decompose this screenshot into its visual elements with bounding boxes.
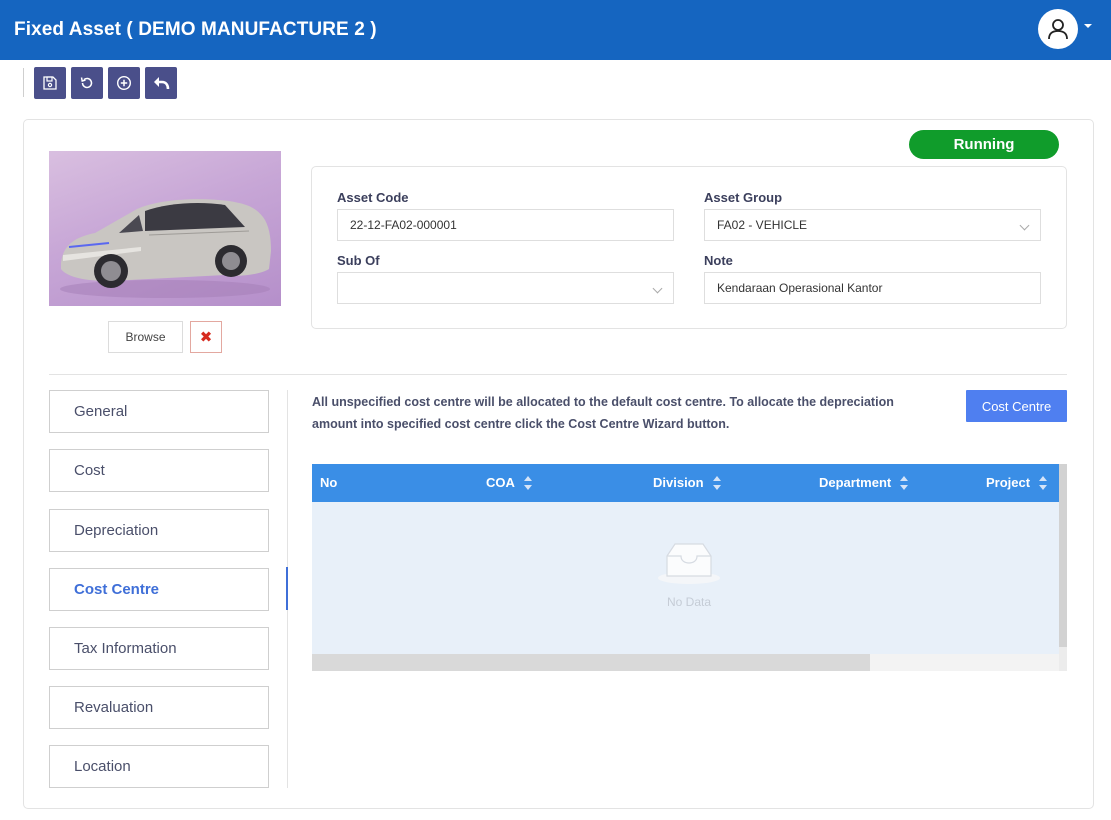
app-header: Fixed Asset ( DEMO MANUFACTURE 2 ) xyxy=(0,0,1111,60)
back-icon xyxy=(154,77,170,90)
user-avatar[interactable] xyxy=(1038,9,1078,49)
chevron-down-icon xyxy=(652,283,663,294)
column-header-no[interactable]: No xyxy=(320,475,337,490)
sort-icon xyxy=(1039,475,1048,490)
asset-group-value: FA02 - VEHICLE xyxy=(717,218,808,232)
column-header-division[interactable]: Division xyxy=(653,475,721,490)
asset-group-label: Asset Group xyxy=(704,190,783,205)
note-field[interactable]: Kendaraan Operasional Kantor xyxy=(704,272,1041,304)
refresh-icon xyxy=(80,77,93,89)
toolbar-divider xyxy=(23,68,24,97)
tab-cost-centre[interactable]: Cost Centre xyxy=(49,568,269,611)
empty-state-text: No Data xyxy=(666,595,712,609)
note-label: Note xyxy=(704,253,733,268)
column-header-department[interactable]: Department xyxy=(819,475,909,490)
tab-revaluation[interactable]: Revaluation xyxy=(49,686,269,729)
add-icon xyxy=(116,75,132,91)
column-header-coa[interactable]: COA xyxy=(486,475,532,490)
horizontal-scrollbar-thumb[interactable] xyxy=(312,654,870,671)
save-button[interactable] xyxy=(34,67,66,99)
user-icon xyxy=(1048,19,1068,40)
asset-code-value: 22-12-FA02-000001 xyxy=(350,218,457,232)
sub-of-select[interactable] xyxy=(337,272,674,304)
chevron-down-icon xyxy=(1019,220,1030,231)
asset-group-select[interactable]: FA02 - VEHICLE xyxy=(704,209,1041,241)
status-badge: Running xyxy=(909,130,1059,159)
asset-photo xyxy=(49,151,281,306)
user-menu-chevron-down-icon[interactable] xyxy=(1084,24,1092,28)
vertical-scrollbar-thumb[interactable] xyxy=(1059,464,1067,647)
cost-centre-info: All unspecified cost centre will be allo… xyxy=(312,395,894,431)
tab-tax-information[interactable]: Tax Information xyxy=(49,627,269,670)
sub-of-label: Sub Of xyxy=(337,253,380,268)
page-title: Fixed Asset ( DEMO MANUFACTURE 2 ) xyxy=(14,19,377,40)
tab-location[interactable]: Location xyxy=(49,745,269,788)
refresh-button[interactable] xyxy=(71,67,103,99)
sort-icon xyxy=(712,475,721,490)
asset-code-label: Asset Code xyxy=(337,190,409,205)
tab-general[interactable]: General xyxy=(49,390,269,433)
sort-icon xyxy=(523,475,532,490)
cost-centre-wizard-button[interactable]: Cost Centre xyxy=(966,390,1067,422)
empty-inbox-icon xyxy=(658,543,720,584)
grid-header: No COA Division Department Project xyxy=(312,464,1059,502)
browse-button[interactable]: Browse xyxy=(108,321,183,353)
section-divider xyxy=(49,374,1067,375)
active-tab-indicator xyxy=(286,567,288,610)
close-icon: ✖ xyxy=(199,329,213,346)
asset-code-field[interactable]: 22-12-FA02-000001 xyxy=(337,209,674,241)
save-icon xyxy=(43,76,57,90)
back-button[interactable] xyxy=(145,67,177,99)
tab-cost[interactable]: Cost xyxy=(49,449,269,492)
remove-image-button[interactable]: ✖ xyxy=(190,321,222,353)
tab-depreciation[interactable]: Depreciation xyxy=(49,509,269,552)
column-header-project[interactable]: Project xyxy=(986,475,1048,490)
note-value: Kendaraan Operasional Kantor xyxy=(717,281,883,295)
sort-icon xyxy=(900,475,909,490)
asset-form xyxy=(311,166,1067,329)
add-button[interactable] xyxy=(108,67,140,99)
car-image xyxy=(60,199,271,298)
